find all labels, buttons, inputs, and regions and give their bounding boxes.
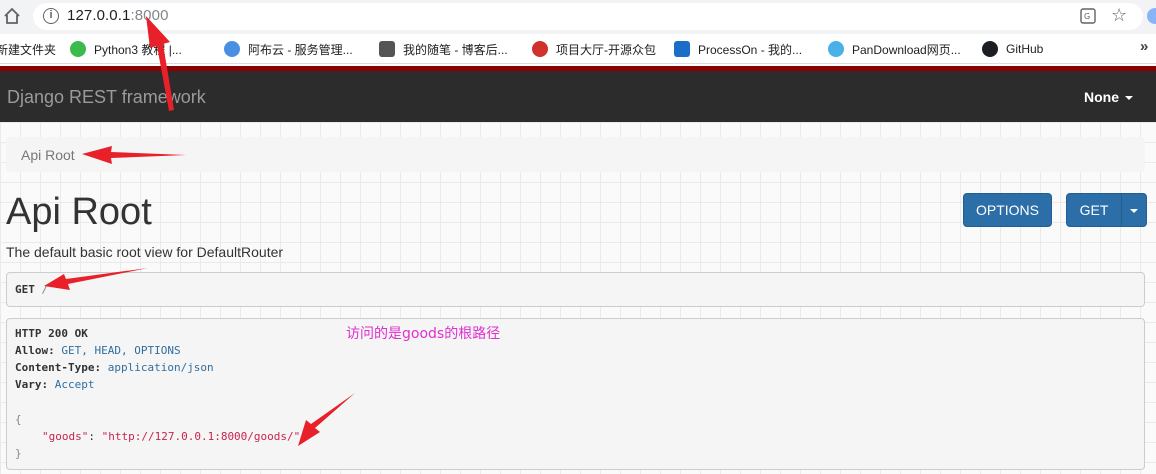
response-header-allow: Allow: GET, HEAD, OPTIONS	[15, 344, 181, 357]
bookmark-label: Python3 教程 |...	[94, 42, 182, 57]
bookmark-label: PanDownload网页...	[852, 42, 961, 57]
json-open-brace: {	[15, 413, 22, 426]
navbar-brand[interactable]: Django REST framework	[7, 87, 206, 108]
bookmark-label: 项目大厅-开源众包	[556, 42, 656, 57]
star-icon[interactable]: ☆	[1111, 6, 1127, 24]
svg-text:G: G	[1084, 12, 1090, 21]
breadcrumb-item[interactable]: Api Root	[21, 147, 75, 163]
header-value: application/json	[107, 361, 214, 374]
processon-icon	[674, 41, 690, 57]
response-info	[6, 318, 1145, 470]
request-path: /	[41, 283, 49, 296]
bookmark-item[interactable]: 我的随笔 - 博客后...	[379, 34, 508, 64]
info-icon[interactable]: i	[43, 8, 59, 24]
get-format-dropdown[interactable]	[1121, 193, 1147, 227]
json-link-value[interactable]: "http://127.0.0.1:8000/goods/"	[102, 430, 301, 443]
json-close-brace: }	[15, 447, 22, 460]
view-description: The default basic root view for DefaultR…	[6, 244, 284, 260]
github-icon	[982, 41, 998, 57]
get-button[interactable]: GET	[1066, 193, 1122, 227]
bookmark-item[interactable]: Python3 教程 |...	[70, 34, 182, 64]
brace: {	[15, 413, 22, 426]
url-host: 127.0.0.1	[67, 7, 131, 24]
url-port: :8000	[130, 7, 169, 24]
json-key: "goods"	[42, 430, 89, 443]
bookmark-item[interactable]: PanDownload网页...	[828, 34, 961, 64]
caret-down-icon	[1125, 96, 1133, 101]
bookmark-label: 阿布云 - 服务管理...	[248, 42, 353, 57]
response-status: HTTP 200 OK	[15, 327, 88, 340]
header-value: GET, HEAD, OPTIONS	[61, 344, 181, 357]
bookmark-item[interactable]: ProcessOn - 我的...	[674, 34, 802, 64]
page-title: Api Root	[6, 191, 152, 233]
bookmark-label: 我的随笔 - 博客后...	[403, 42, 508, 57]
profile-icon[interactable]	[1147, 8, 1156, 24]
breadcrumb	[6, 137, 1145, 172]
brace: }	[15, 447, 22, 460]
header-value: Accept	[54, 378, 95, 391]
pandownload-icon	[828, 41, 844, 57]
json-goods-entry: "goods": "http://127.0.0.1:8000/goods/"	[42, 430, 300, 443]
bookmark-item[interactable]: 新建文件夹	[0, 34, 56, 64]
blog-icon	[379, 41, 395, 57]
project-icon	[532, 41, 548, 57]
response-header-vary: Vary: Accept	[15, 378, 95, 391]
translate-icon[interactable]: G	[1080, 8, 1096, 24]
header-key: Content-Type:	[15, 361, 102, 374]
bookmark-label: GitHub	[1006, 42, 1044, 56]
caret-down-icon	[1130, 209, 1138, 214]
request-line: GET /	[15, 283, 48, 296]
bookmark-favicon-icon	[70, 41, 86, 57]
json-separator: :	[88, 430, 102, 443]
home-icon[interactable]	[2, 6, 22, 26]
bookmarks-more-button[interactable]: »	[1140, 38, 1148, 55]
annotation-text: 访问的是goods的根路径	[346, 326, 501, 342]
request-info	[6, 272, 1145, 307]
cloud-icon	[224, 41, 240, 57]
options-button[interactable]: OPTIONS	[963, 193, 1052, 227]
url-text[interactable]: 127.0.0.1:8000	[67, 7, 169, 24]
response-header-content-type: Content-Type: application/json	[15, 361, 214, 374]
bookmark-label: 新建文件夹	[0, 42, 57, 57]
header-key: Allow:	[15, 344, 55, 357]
user-dropdown[interactable]: None	[1084, 89, 1133, 105]
header-key: Vary:	[15, 378, 49, 391]
address-bar[interactable]	[33, 3, 1143, 30]
status-line: HTTP 200 OK	[15, 327, 88, 340]
request-method: GET	[15, 283, 35, 296]
bookmark-label: ProcessOn - 我的...	[698, 42, 803, 57]
bookmark-item[interactable]: GitHub	[982, 34, 1043, 64]
bookmark-item[interactable]: 阿布云 - 服务管理...	[224, 34, 353, 64]
user-dropdown-label: None	[1084, 89, 1119, 105]
bookmark-item[interactable]: 项目大厅-开源众包	[532, 34, 656, 64]
